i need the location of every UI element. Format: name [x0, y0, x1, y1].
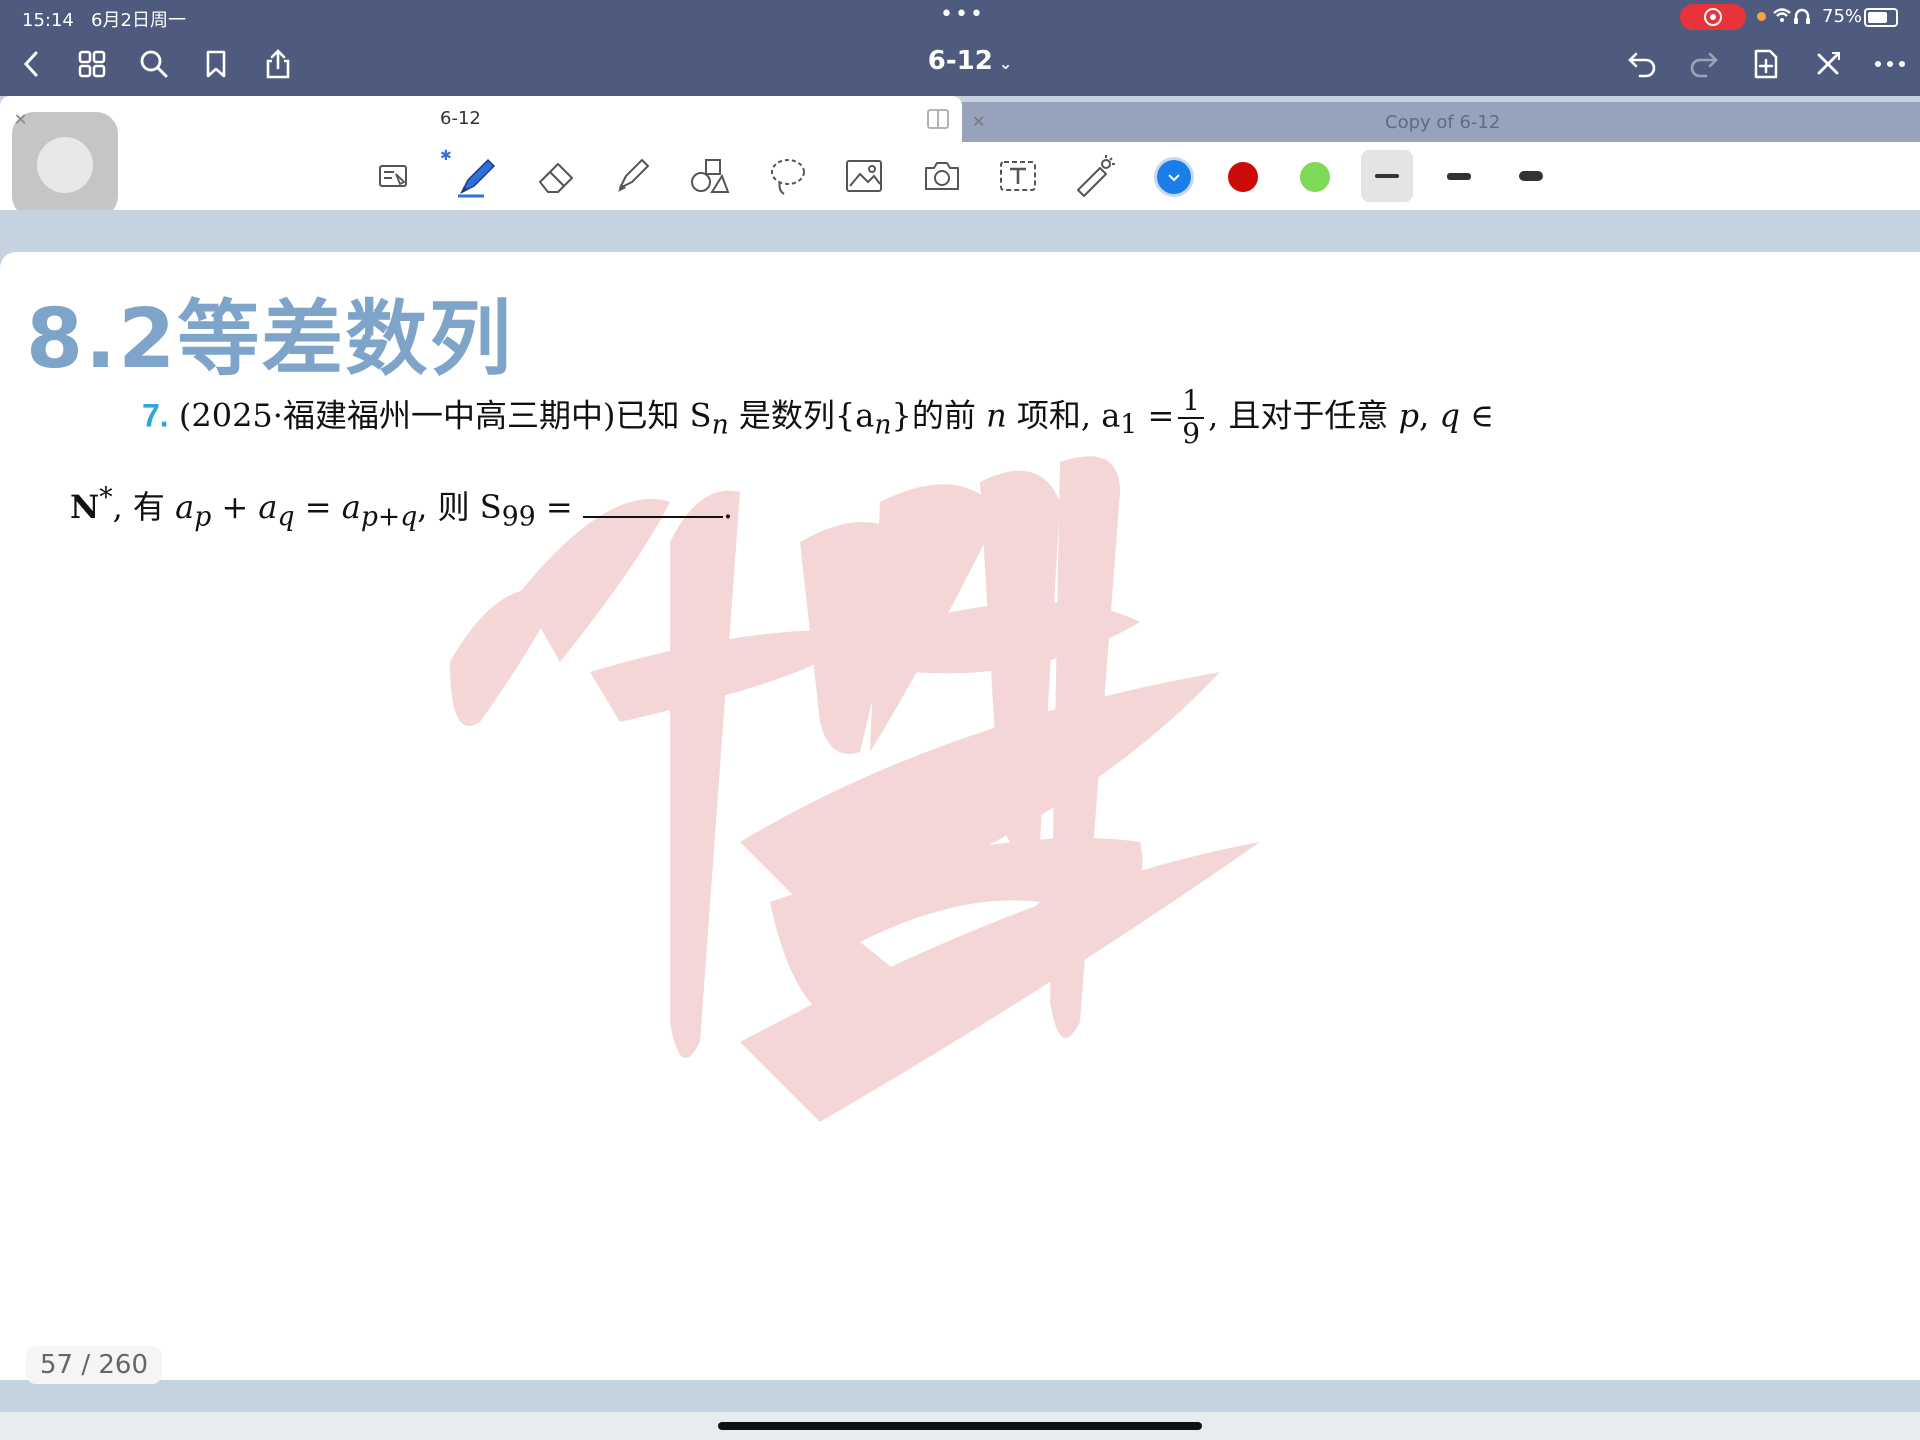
image-tool-icon[interactable] [840, 154, 888, 198]
split-view-icon[interactable] [926, 108, 950, 134]
close-edit-icon[interactable] [1808, 44, 1848, 84]
section-title: 8.2等差数列 [26, 292, 514, 387]
document-viewport[interactable]: 8.2等差数列 7. (2025·福建福州一中高三期中)已知 Sn 是数列{an… [0, 210, 1920, 1386]
answer-blank[interactable] [582, 486, 723, 518]
top-bar: 15:14 6月2日周一 ••• 75% 6-12 ⌄ [0, 0, 1920, 96]
text-tool-icon[interactable] [994, 154, 1042, 198]
color-swatch-green[interactable] [1300, 162, 1330, 192]
bottom-area [0, 1386, 1920, 1440]
color-swatch-blue[interactable] [1157, 160, 1191, 194]
annotation-toolbar: ✱ [0, 142, 1920, 211]
stroke-width-medium[interactable] [1433, 150, 1485, 202]
tab-close-icon[interactable]: ✕ [972, 112, 985, 131]
multitask-dots-icon[interactable]: ••• [940, 2, 985, 27]
bluetooth-icon: ✱ [440, 148, 452, 164]
eraser-tool-icon[interactable] [532, 154, 580, 198]
stroke-width-thin[interactable] [1361, 150, 1413, 202]
tab-6-12[interactable]: ✕ 6-12 [0, 96, 962, 142]
status-date: 6月2日周一 [91, 10, 186, 31]
problem-line-2: N*, 有 ap + aq = ap+q, 则 S99 = . [70, 482, 733, 533]
battery-icon [1864, 8, 1898, 27]
redo-icon[interactable] [1684, 44, 1724, 84]
tab-copy-of-6-12[interactable]: ✕ Copy of 6-12 [962, 102, 1920, 142]
bookmark-icon[interactable] [196, 44, 236, 84]
home-indicator[interactable] [718, 1422, 1202, 1430]
fraction: 19 [1178, 385, 1205, 450]
read-only-toggle-icon[interactable] [370, 154, 418, 198]
shapes-tool-icon[interactable] [686, 154, 734, 198]
stroke-width-thick[interactable] [1505, 150, 1557, 202]
search-icon[interactable] [134, 44, 174, 84]
back-icon[interactable] [12, 44, 52, 84]
undo-icon[interactable] [1622, 44, 1662, 84]
pdf-page[interactable]: 8.2等差数列 7. (2025·福建福州一中高三期中)已知 Sn 是数列{an… [0, 252, 1920, 1380]
lasso-tool-icon[interactable] [764, 154, 812, 198]
assistive-touch-button[interactable] [12, 112, 118, 218]
pen-tool-icon[interactable] [452, 154, 500, 198]
wifi-icon [1772, 6, 1816, 31]
add-page-icon[interactable] [1746, 44, 1786, 84]
mic-indicator-icon [1757, 12, 1766, 21]
color-swatch-red[interactable] [1228, 162, 1258, 192]
share-icon[interactable] [258, 44, 298, 84]
status-time: 15:14 6月2日周一 [22, 10, 186, 31]
camera-tool-icon[interactable] [918, 154, 966, 198]
chevron-down-icon: ⌄ [998, 54, 1013, 73]
problem-line-1: 7. (2025·福建福州一中高三期中)已知 Sn 是数列{an}的前 n 项和… [142, 384, 1494, 450]
laser-pointer-icon[interactable] [1070, 154, 1118, 198]
highlighter-tool-icon[interactable] [608, 154, 656, 198]
battery-percent: 75% [1822, 6, 1863, 27]
screen-recording-icon[interactable] [1680, 4, 1746, 30]
more-options-icon[interactable] [1870, 44, 1910, 84]
page-counter: 57 / 260 [26, 1346, 162, 1384]
watermark-logo [450, 456, 1260, 1122]
problem-number: 7. [142, 397, 169, 434]
problem-source: (2025·福建福州一中高三期中) [178, 396, 616, 435]
grid-view-icon[interactable] [72, 44, 112, 84]
document-title-dropdown[interactable]: 6-12 ⌄ [900, 46, 1040, 76]
